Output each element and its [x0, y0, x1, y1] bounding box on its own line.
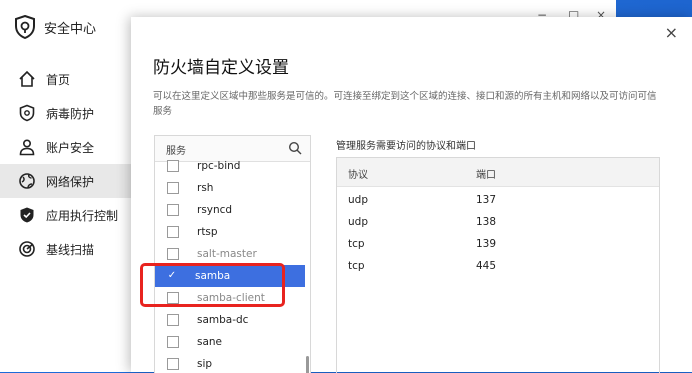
ports-table: 协议 端口 udp 137 udp 138 tcp 139 tcp 445 — [336, 157, 660, 373]
protocol-cell: udp — [348, 194, 368, 206]
app-shield-icon — [20, 207, 34, 223]
user-icon — [19, 139, 35, 156]
service-checkbox[interactable] — [167, 248, 179, 260]
sidebar-item-account-security[interactable]: 账户安全 — [0, 130, 140, 164]
dialog-title: 防火墙自定义设置 — [153, 58, 289, 78]
service-row-samba-client[interactable]: samba-client — [155, 287, 305, 309]
service-checkbox[interactable] — [167, 358, 179, 370]
service-checkbox[interactable] — [167, 160, 179, 172]
service-checkbox[interactable] — [167, 182, 179, 194]
sidebar-item-home[interactable]: 首页 — [0, 62, 140, 96]
service-name: rtsp — [197, 226, 218, 238]
service-name: samba — [195, 270, 231, 282]
home-icon — [19, 70, 35, 87]
service-name: rsh — [197, 182, 214, 194]
port-cell: 138 — [476, 216, 497, 228]
table-row[interactable]: tcp 139 — [337, 234, 659, 256]
service-row-rsyncd[interactable]: rsyncd — [155, 199, 305, 221]
port-cell: 137 — [476, 194, 497, 206]
sidebar-nav: 首页 病毒防护 账户安全 网络保护 应用执行控制 基线扫描 — [0, 62, 140, 266]
service-row-samba[interactable]: ✓ samba — [155, 265, 305, 287]
service-checkbox-checked[interactable]: ✓ — [167, 271, 177, 281]
service-row-sane[interactable]: sane — [155, 331, 305, 353]
sidebar-item-label: 应用执行控制 — [46, 208, 119, 223]
service-row-salt-master[interactable]: salt-master — [155, 243, 305, 265]
service-row-samba-dc[interactable]: samba-dc — [155, 309, 305, 331]
sidebar-item-label: 首页 — [46, 72, 71, 87]
service-checkbox[interactable] — [167, 204, 179, 216]
scan-icon — [19, 241, 35, 257]
protocol-cell: tcp — [348, 260, 365, 272]
sidebar-item-label: 基线扫描 — [46, 242, 95, 257]
dialog-close-button[interactable]: × — [665, 23, 678, 42]
service-name: sane — [197, 336, 223, 348]
service-name: rsyncd — [197, 204, 233, 216]
virus-shield-icon — [19, 104, 35, 122]
sidebar-item-network-protection[interactable]: 网络保护 — [0, 164, 140, 198]
protocol-cell: udp — [348, 216, 368, 228]
service-row-rpc-bind[interactable]: rpc-bind — [155, 155, 305, 177]
sidebar-item-label: 账户安全 — [46, 140, 95, 155]
service-row-sip[interactable]: sip — [155, 353, 305, 373]
table-row[interactable]: udp 138 — [337, 212, 659, 234]
service-name: rpc-bind — [197, 160, 241, 172]
sidebar-item-label: 网络保护 — [46, 174, 95, 189]
sidebar-item-virus-protection[interactable]: 病毒防护 — [0, 96, 140, 130]
ports-section-title: 管理服务需要访问的协议和端口 — [336, 141, 476, 152]
globe-icon — [19, 173, 35, 189]
service-name: samba-dc — [197, 314, 249, 326]
service-row-rsh[interactable]: rsh — [155, 177, 305, 199]
port-cell: 445 — [476, 260, 497, 272]
sidebar-item-label: 病毒防护 — [46, 106, 95, 121]
port-cell: 139 — [476, 238, 497, 250]
app-title: 安全中心 — [44, 22, 97, 37]
table-row[interactable]: udp 137 — [337, 190, 659, 212]
protocol-cell: tcp — [348, 238, 365, 250]
shield-logo-icon — [15, 15, 35, 39]
service-checkbox[interactable] — [167, 336, 179, 348]
service-checkbox[interactable] — [167, 314, 179, 326]
sidebar-item-baseline-scan[interactable]: 基线扫描 — [0, 232, 140, 266]
protocol-column-header: 协议 — [348, 170, 368, 181]
service-name: sip — [197, 358, 213, 370]
service-name: salt-master — [197, 248, 257, 260]
sidebar-item-app-control[interactable]: 应用执行控制 — [0, 198, 140, 232]
firewall-custom-settings-dialog: × 防火墙自定义设置 可以在这里定义区域中那些服务是可信的。可连接至绑定到这个区… — [131, 17, 692, 373]
table-row[interactable]: tcp 445 — [337, 256, 659, 278]
services-list[interactable]: 服务 rpc-bind rsh rsyncd rtsp salt-master … — [154, 135, 311, 373]
service-name: samba-client — [197, 292, 265, 304]
service-checkbox[interactable] — [167, 292, 179, 304]
services-scrollbar[interactable] — [306, 356, 309, 373]
port-column-header: 端口 — [476, 170, 496, 181]
search-icon[interactable] — [288, 141, 302, 155]
ports-table-header: 协议 端口 — [337, 158, 659, 187]
dialog-description: 可以在这里定义区域中那些服务是可信的。可连接至绑定到这个区域的连接、接口和源的所… — [153, 91, 657, 117]
service-checkbox[interactable] — [167, 226, 179, 238]
service-row-rtsp[interactable]: rtsp — [155, 221, 305, 243]
